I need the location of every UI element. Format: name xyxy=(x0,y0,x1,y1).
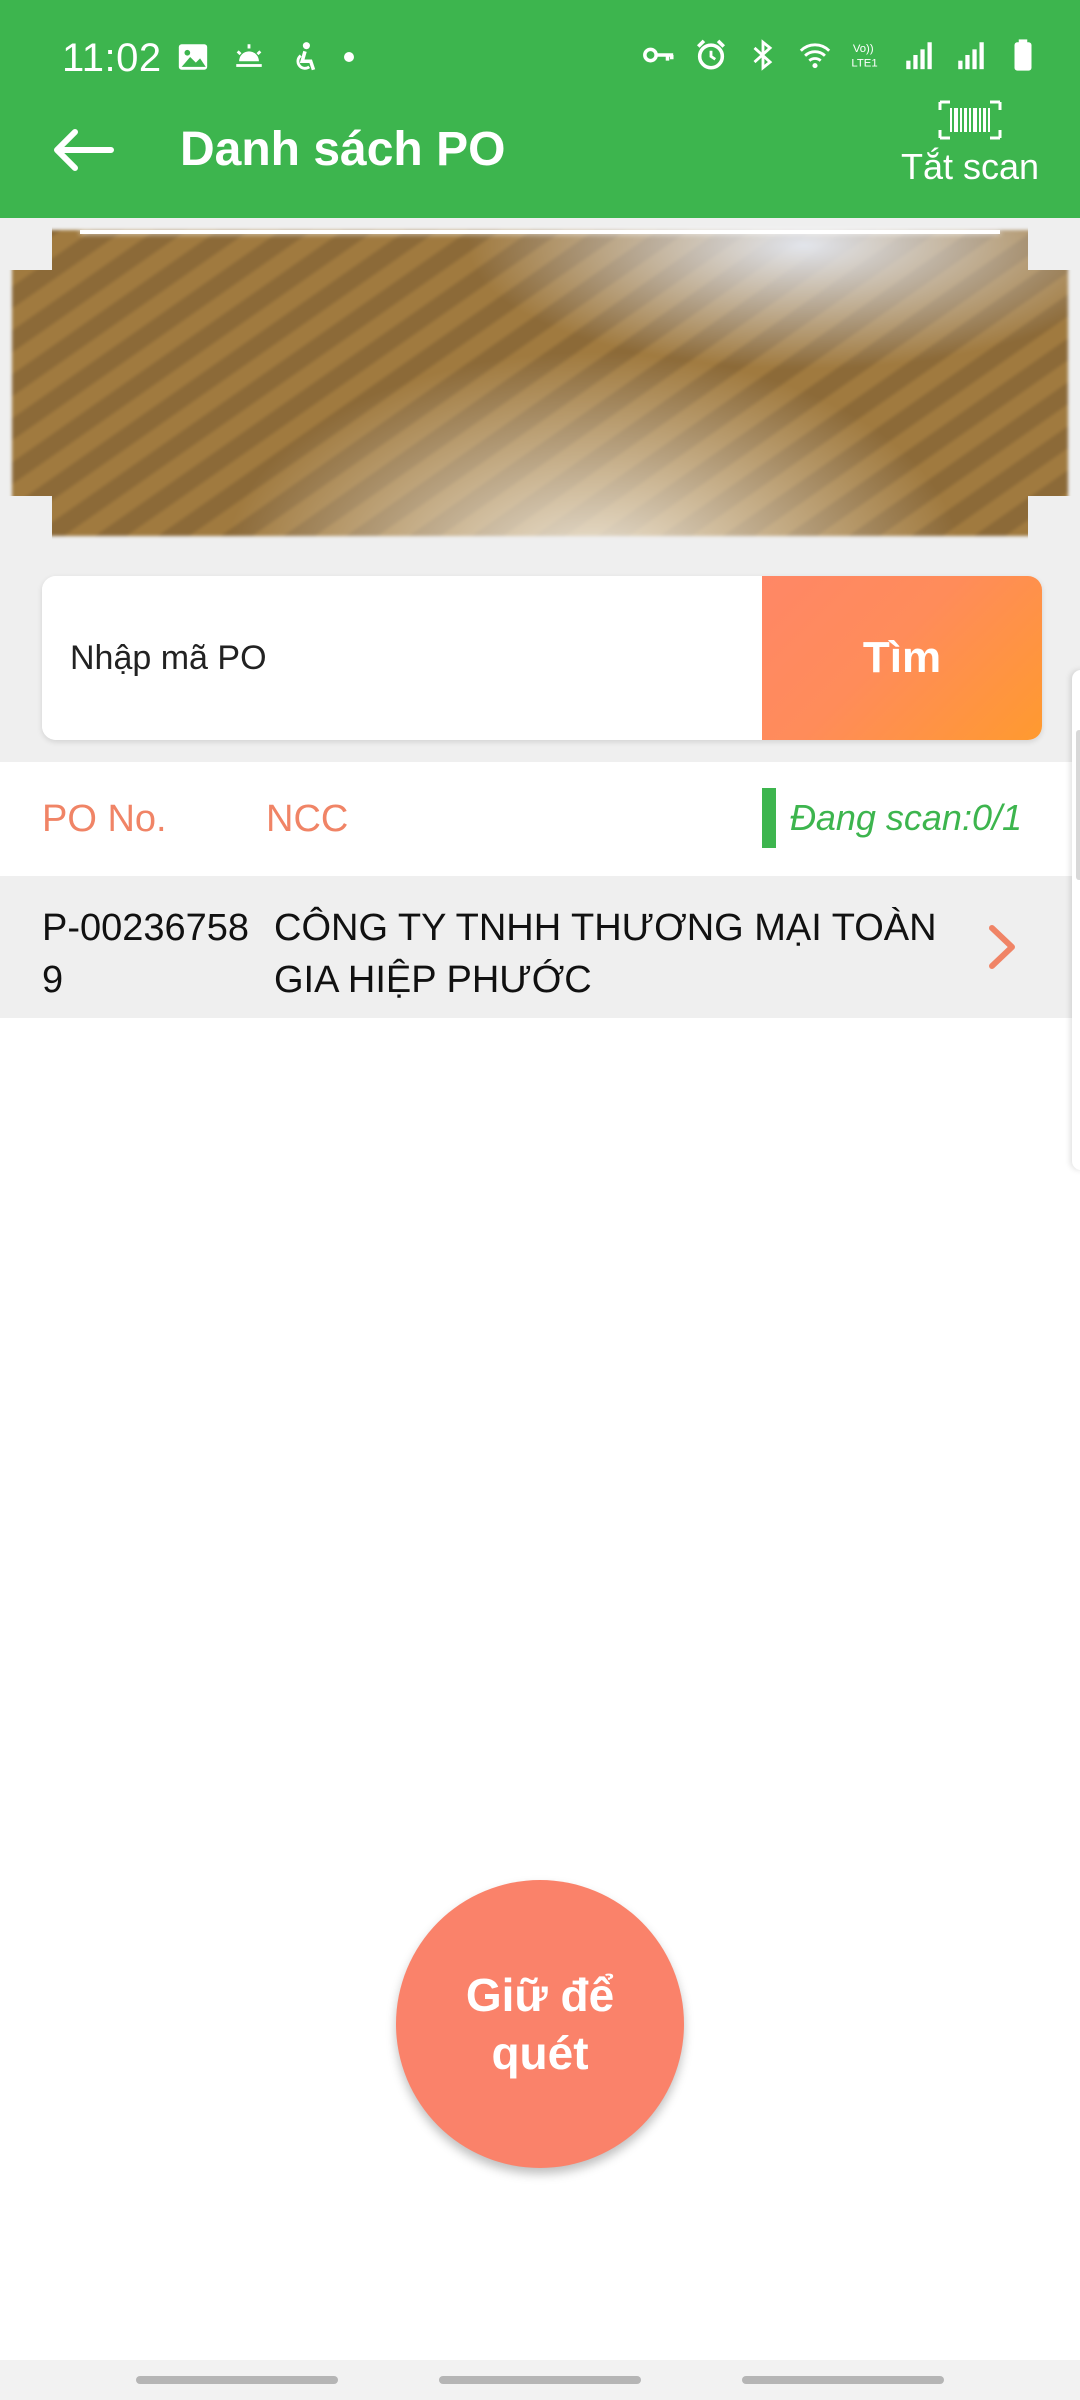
status-time: 11:02 xyxy=(62,36,162,80)
page-title: Danh sách PO xyxy=(180,123,506,176)
system-nav-bar xyxy=(0,2360,1080,2400)
list-item[interactable]: P-002367589 CÔNG TY TNHH THƯƠNG MẠI TOÀN… xyxy=(0,876,1080,1018)
chevron-right-icon xyxy=(989,925,1015,969)
search-section: Tìm xyxy=(0,548,1080,762)
supplier-name: CÔNG TY TNHH THƯƠNG MẠI TOÀN GIA HIỆP PH… xyxy=(274,907,937,1001)
notification-dot xyxy=(344,52,354,62)
scan-status: Đang scan:0/1 xyxy=(761,788,1022,848)
po-search-input[interactable] xyxy=(42,576,762,740)
status-right-icons: Vo)) LTE1 xyxy=(642,38,1040,72)
camera-feed xyxy=(12,230,1068,536)
status-left-icons xyxy=(176,40,354,74)
svg-text:Vo)): Vo)) xyxy=(853,43,874,55)
back-button[interactable] xyxy=(48,120,118,180)
po-number: P-002367589 xyxy=(42,907,250,1001)
toggle-scan-label: Tắt scan xyxy=(900,146,1040,187)
column-header-po: PO No. xyxy=(42,798,167,840)
camera-corner-mask xyxy=(1028,496,1080,548)
gallery-icon xyxy=(178,44,208,70)
wifi-icon xyxy=(799,43,831,69)
arrow-left-icon xyxy=(54,129,114,171)
alarm-icon xyxy=(696,39,726,70)
accessibility-icon xyxy=(296,42,316,71)
camera-corner-mask xyxy=(0,218,52,270)
camera-corner-mask xyxy=(0,496,52,548)
app-header: 11:02 Vo)) LTE1 Danh sách PO Tắt scan xyxy=(0,0,1080,218)
svg-text:LTE1: LTE1 xyxy=(851,57,877,69)
scan-line xyxy=(80,230,1000,234)
nav-recents-button[interactable] xyxy=(136,2376,338,2384)
edge-panel-handle[interactable] xyxy=(1072,670,1080,1170)
nav-back-button[interactable] xyxy=(742,2376,944,2384)
scan-status-text: Đang scan:0/1 xyxy=(789,797,1022,838)
search-bar: Tìm xyxy=(42,576,1042,740)
edge-panel-grip xyxy=(1076,730,1080,880)
toggle-scan-button[interactable]: Tắt scan xyxy=(900,100,1040,188)
signal-icon xyxy=(906,42,932,70)
battery-icon xyxy=(1014,39,1032,71)
hold-to-scan-label: Giữ để quét xyxy=(465,1969,615,2079)
column-header-ncc: NCC xyxy=(266,798,349,840)
volte-icon: Vo)) LTE1 xyxy=(851,43,877,69)
screen: 11:02 Vo)) LTE1 Danh sách PO Tắt scan Nh… xyxy=(0,0,1080,2400)
hold-to-scan-button[interactable]: Giữ để quét xyxy=(396,1880,684,2168)
camera-preview xyxy=(0,218,1080,548)
signal-icon xyxy=(958,42,984,70)
vpn-key-icon xyxy=(643,47,674,63)
search-button[interactable]: Tìm xyxy=(762,576,1042,740)
barcode-icon xyxy=(938,100,1002,140)
nav-home-button[interactable] xyxy=(439,2376,641,2384)
list-header: PO No. NCC Đang scan:0/1 xyxy=(0,762,1080,876)
scan-status-indicator xyxy=(761,788,776,848)
camera-corner-mask xyxy=(1028,218,1080,270)
bluetooth-icon xyxy=(753,39,773,71)
weather-icon xyxy=(236,44,262,67)
